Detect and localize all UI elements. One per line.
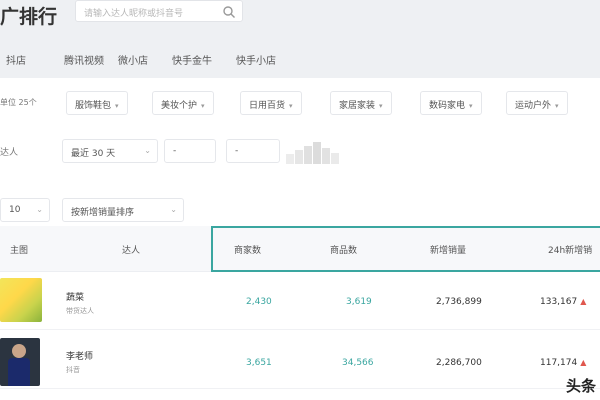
row-name[interactable]: 蔬菜 — [66, 290, 84, 303]
category-label: 单位 25个 — [0, 98, 37, 107]
category-pill-label: 家居家装 — [339, 101, 376, 111]
category-pill-6[interactable]: 运动户外 ▾ — [506, 91, 568, 115]
influencer-label: 达人 — [0, 148, 19, 158]
range-from-value: - — [173, 146, 177, 156]
tab-kuaishou-jinniu[interactable]: 快手金牛 — [172, 52, 212, 67]
sort-value: 按新增销量排序 — [71, 208, 135, 218]
highlight-frame — [211, 226, 600, 272]
row-products[interactable]: 3,619 — [346, 297, 372, 307]
col-header-image: 主图 — [10, 246, 29, 256]
histogram-icon — [286, 142, 339, 164]
tab-kuaishou-shop[interactable]: 快手小店 — [236, 52, 276, 67]
row-24h-sales: 133,167 ▲ — [540, 297, 586, 307]
time-range-value: 最近 30 天 — [71, 149, 116, 159]
table-row[interactable]: 李老师 抖音 3,651 34,566 2,286,700 117,174 ▲ — [0, 331, 600, 389]
search-icon[interactable] — [222, 5, 236, 19]
row-new-sales: 2,286,700 — [436, 358, 482, 368]
range-to-input[interactable]: - — [226, 139, 280, 163]
chevron-down-icon: ▾ — [115, 102, 119, 110]
category-pill-5[interactable]: 数码家电 ▾ — [420, 91, 482, 115]
row-new-sales: 2,736,899 — [436, 297, 482, 307]
tab-wei[interactable]: 微小店 — [118, 52, 148, 67]
row-24h-value: 133,167 — [540, 297, 578, 307]
chevron-down-icon: ▾ — [379, 102, 383, 110]
row-shops[interactable]: 3,651 — [246, 358, 272, 368]
table-row[interactable]: 蔬菜 带货达人 2,430 3,619 2,736,899 133,167 ▲ — [0, 272, 600, 330]
category-pill-label: 数码家电 — [429, 101, 466, 111]
page-size-select[interactable]: 10 ⌄ — [0, 198, 50, 222]
range-from-input[interactable]: - — [164, 139, 216, 163]
category-pill-2[interactable]: 美妆个护 ▾ — [152, 91, 214, 115]
tab-tencent[interactable]: 腾讯视频 — [64, 52, 104, 67]
search-placeholder: 请输入达人昵称或抖音号 — [84, 9, 184, 19]
category-pill-label: 运动户外 — [515, 101, 552, 111]
time-range-select[interactable]: 最近 30 天 ⌄ — [62, 139, 158, 163]
chevron-down-icon: ⌄ — [144, 146, 151, 155]
row-shops[interactable]: 2,430 — [246, 297, 272, 307]
chevron-down-icon: ▾ — [201, 102, 205, 110]
category-pill-label: 日用百货 — [249, 101, 286, 111]
chevron-down-icon: ⌄ — [170, 205, 177, 214]
search-input[interactable]: 请输入达人昵称或抖音号 — [75, 0, 243, 22]
chevron-down-icon: ⌄ — [36, 205, 43, 214]
range-to-value: - — [235, 146, 239, 156]
chevron-down-icon: ▾ — [289, 102, 293, 110]
row-24h-sales: 117,174 ▲ — [540, 358, 586, 368]
chevron-down-icon: ▾ — [555, 102, 559, 110]
row-products[interactable]: 34,566 — [342, 358, 374, 368]
page-size-value: 10 — [9, 205, 21, 215]
watermark: 头条 — [565, 377, 596, 395]
category-pill-label: 服饰鞋包 — [75, 101, 112, 111]
col-header-name: 达人 — [122, 246, 141, 256]
page-title: 广排行 — [0, 6, 58, 28]
sort-select[interactable]: 按新增销量排序 ⌄ — [62, 198, 184, 222]
category-pill-3[interactable]: 日用百货 ▾ — [240, 91, 302, 115]
row-name[interactable]: 李老师 — [66, 349, 93, 362]
product-thumbnail — [0, 278, 42, 322]
tab-douyin[interactable]: 抖店 — [6, 52, 26, 67]
row-24h-value: 117,174 — [540, 358, 578, 368]
row-subtitle: 带货达人 — [66, 307, 94, 315]
chevron-down-icon: ▾ — [469, 102, 473, 110]
platform-tabs: 抖店 腾讯视频 微小店 快手金牛 快手小店 — [0, 40, 600, 76]
product-thumbnail — [0, 338, 40, 386]
arrow-up-icon: ▲ — [580, 297, 587, 306]
category-pill-4[interactable]: 家居家装 ▾ — [330, 91, 392, 115]
arrow-up-icon: ▲ — [580, 358, 587, 367]
category-pill-label: 美妆个护 — [161, 101, 198, 111]
row-subtitle: 抖音 — [66, 366, 80, 374]
category-pill-1[interactable]: 服饰鞋包 ▾ — [66, 91, 128, 115]
